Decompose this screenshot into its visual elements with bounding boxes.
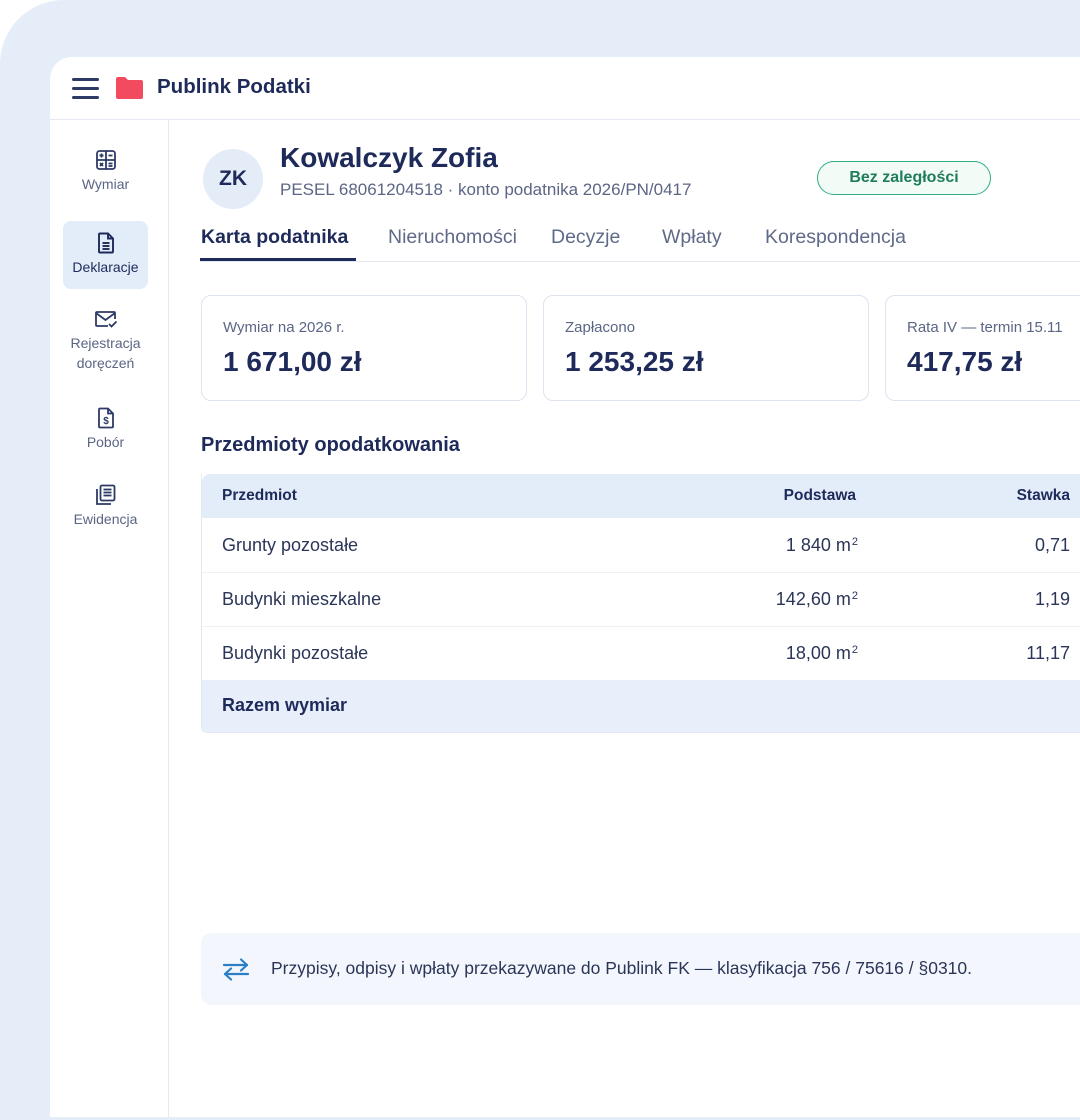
payment-file-icon: $: [97, 407, 114, 429]
register-icon: [95, 484, 115, 505]
subject-cell: Grunty pozostałe: [222, 535, 359, 555]
subjects-table: Przedmiot Podstawa Stawka Grunty pozosta…: [201, 474, 1080, 733]
top-bar: Publink Podatki: [50, 57, 1080, 120]
sidebar: Wymiar Deklaracje Rejestracja doręczeń $…: [50, 120, 169, 1117]
subject-cell: Budynki mieszkalne: [222, 589, 382, 609]
rate-cell: 11,17: [1026, 643, 1070, 663]
total-label: Razem wymiar: [222, 695, 348, 715]
sidebar-item-deklaracje[interactable]: Deklaracje: [63, 221, 148, 289]
status-badge: Bez zaległości: [817, 161, 991, 195]
summary-card-zaplacono: Zapłacono 1 253,25 zł: [543, 295, 869, 401]
sidebar-item-label: Rejestracja: [70, 335, 141, 351]
info-banner: Przypisy, odpisy i wpłaty przekazywane d…: [201, 933, 1080, 1005]
taxpayer-meta: PESEL 68061204518 · konto podatnika 2026…: [280, 180, 692, 199]
sidebar-item-rejestracja-doreczen[interactable]: Rejestracja doręczeń: [63, 307, 148, 387]
active-tab-indicator: [200, 258, 356, 261]
taxpayer-name: Kowalczyk Zofia: [280, 142, 498, 173]
table-row: Budynki mieszkalne 142,60 m2 1,19: [202, 572, 1080, 627]
base-cell: 142,60 m2: [775, 589, 858, 609]
section-title: Przedmioty opodatkowania: [201, 434, 460, 456]
column-header-stawka: Stawka: [1016, 487, 1070, 504]
tab-karta-podatnika[interactable]: Karta podatnika: [201, 226, 348, 249]
folder-logo-icon: [116, 77, 143, 99]
svg-text:$: $: [103, 416, 109, 427]
sidebar-item-label: Pobór: [86, 434, 125, 450]
tab-decyzje[interactable]: Decyzje: [551, 226, 620, 249]
sidebar-item-label-line2: doręczeń: [76, 355, 135, 371]
avatar: ZK: [203, 149, 263, 209]
table-row: Grunty pozostałe 1 840 m2 0,71: [202, 518, 1080, 573]
card-label: Wymiar na 2026 r.: [223, 319, 345, 336]
summary-card-wymiar: Wymiar na 2026 r. 1 671,00 zł: [201, 295, 527, 401]
card-value: 1 671,00 zł: [223, 346, 362, 377]
subject-cell: Budynki pozostałe: [222, 643, 369, 663]
sidebar-item-label: Ewidencja: [73, 511, 138, 527]
summary-card-rata: Rata IV — termin 15.11 417,75 zł: [885, 295, 1080, 401]
table-row: Budynki pozostałe 18,00 m2 11,17: [202, 626, 1080, 681]
tab-wplaty[interactable]: Wpłaty: [662, 226, 722, 249]
tab-bar: Karta podatnika Nieruchomości Decyzje Wp…: [200, 221, 1080, 262]
menu-icon[interactable]: [72, 76, 100, 100]
table-total-row: Razem wymiar: [202, 680, 1080, 732]
sidebar-item-wymiar[interactable]: Wymiar: [63, 148, 148, 208]
info-text: Przypisy, odpisy i wpłaty przekazywane d…: [271, 958, 972, 978]
base-cell: 1 840 m2: [785, 535, 858, 555]
app-window: Publink Podatki Wymiar Deklaracje Rejest…: [50, 57, 1080, 1117]
tab-nieruchomosci[interactable]: Nieruchomości: [388, 226, 517, 249]
sidebar-item-label: Deklaracje: [72, 259, 139, 275]
sidebar-item-ewidencja[interactable]: Ewidencja: [63, 483, 148, 543]
base-cell: 18,00 m2: [785, 643, 858, 663]
card-value: 417,75 zł: [907, 346, 1023, 377]
card-value: 1 253,25 zł: [565, 346, 704, 377]
table-header: Przedmiot Podstawa Stawka: [202, 474, 1080, 518]
rate-cell: 1,19: [1034, 589, 1070, 609]
transfer-arrows-icon: [222, 958, 250, 981]
mail-check-icon: [94, 311, 117, 328]
card-label: Zapłacono: [565, 319, 636, 336]
rate-cell: 0,71: [1034, 535, 1070, 555]
column-header-przedmiot: Przedmiot: [222, 487, 297, 504]
sidebar-item-label: Wymiar: [81, 176, 130, 192]
sidebar-item-pobor[interactable]: $ Pobór: [63, 406, 148, 466]
column-header-podstawa: Podstawa: [783, 487, 856, 504]
calculator-icon: [95, 150, 116, 170]
tab-korespondencja[interactable]: Korespondencja: [765, 226, 906, 249]
card-label: Rata IV — termin 15.11: [907, 319, 1063, 336]
document-icon: [97, 232, 114, 254]
app-title: Publink Podatki: [157, 75, 311, 98]
